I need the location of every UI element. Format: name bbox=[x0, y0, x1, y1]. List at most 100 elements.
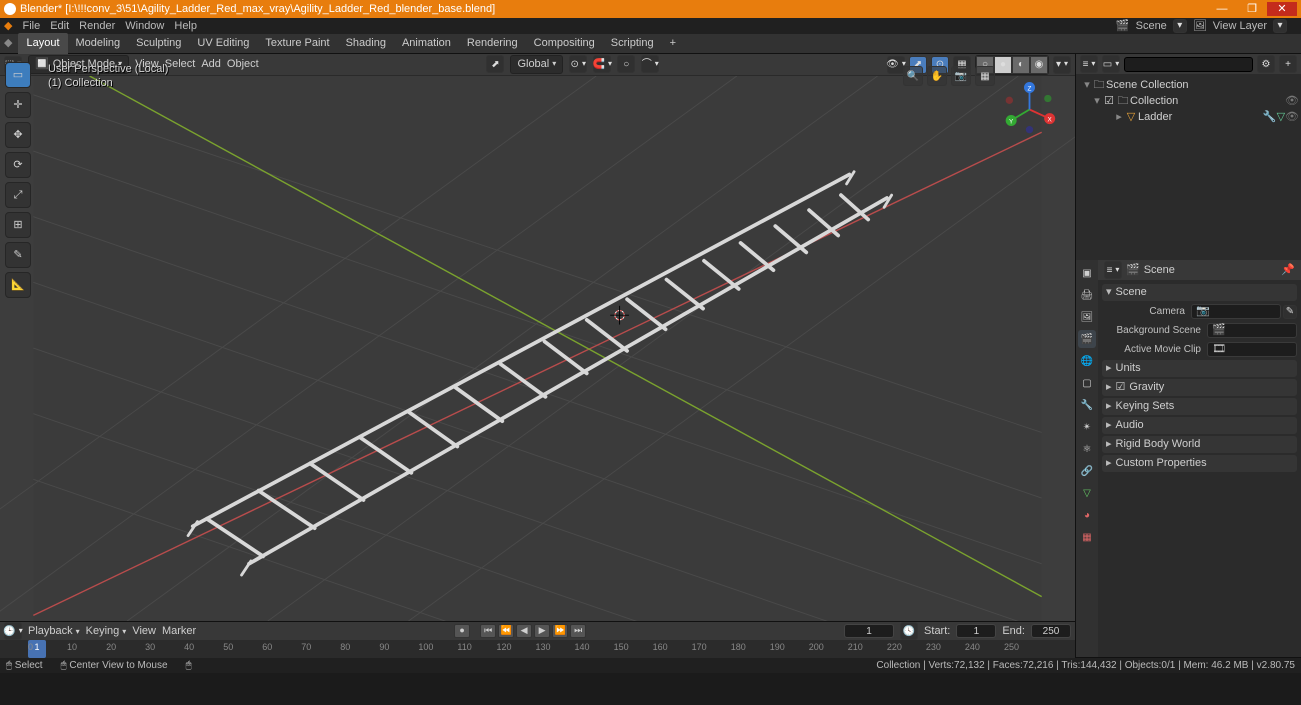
tab-scene[interactable]: 🎬 bbox=[1078, 330, 1096, 348]
panel-rigidbody[interactable]: ▸Rigid Body World bbox=[1102, 436, 1297, 453]
tool-scale[interactable]: ⤢ bbox=[5, 182, 31, 208]
viewlayer-selector[interactable]: View Layer bbox=[1213, 19, 1267, 33]
minimize-button[interactable]: — bbox=[1207, 2, 1237, 16]
viewport-menu-select[interactable]: Select bbox=[165, 57, 196, 71]
shading-matprev[interactable]: ◐ bbox=[1012, 56, 1030, 74]
menu-window[interactable]: Window bbox=[125, 19, 164, 33]
tab-world[interactable]: 🌐 bbox=[1078, 352, 1096, 370]
timeline-playback-menu[interactable]: Playback bbox=[28, 624, 80, 638]
tab-viewlayer[interactable]: 🖼 bbox=[1078, 308, 1096, 326]
panel-audio[interactable]: ▸Audio bbox=[1102, 417, 1297, 434]
tab-particles[interactable]: ✴ bbox=[1078, 418, 1096, 436]
camera-icon[interactable]: 📷 bbox=[951, 66, 971, 86]
viewport-canvas[interactable] bbox=[0, 76, 1075, 621]
pin-icon[interactable]: 📌 bbox=[1281, 263, 1295, 277]
start-frame[interactable]: 1 bbox=[956, 624, 996, 638]
tab-material[interactable]: ◕ bbox=[1078, 506, 1096, 524]
outliner-filter[interactable]: ⚙ bbox=[1257, 55, 1275, 73]
timeline-ruler[interactable]: 1 01020304050607080901001101201301401501… bbox=[0, 640, 1075, 658]
menu-edit[interactable]: Edit bbox=[50, 19, 69, 33]
tool-measure[interactable]: 📐 bbox=[5, 272, 31, 298]
workspace-animation[interactable]: Animation bbox=[394, 33, 459, 53]
camera-selector[interactable]: 📷 bbox=[1191, 304, 1281, 319]
workspace-shading[interactable]: Shading bbox=[338, 33, 394, 53]
viewport-menu-add[interactable]: Add bbox=[201, 57, 221, 71]
end-frame[interactable]: 250 bbox=[1031, 624, 1071, 638]
outliner-collection[interactable]: ▾☑🗀 Collection 👁 bbox=[1078, 93, 1299, 109]
proportional-falloff[interactable]: ⌒ bbox=[641, 55, 659, 73]
outliner-editor-type[interactable]: ≡ bbox=[1080, 55, 1098, 73]
play-reverse[interactable]: ◀ bbox=[516, 624, 532, 638]
shading-rendered[interactable]: ◉ bbox=[1030, 56, 1048, 74]
zoom-icon[interactable]: 🔍 bbox=[903, 66, 923, 86]
preview-range-toggle[interactable]: 🕓 bbox=[900, 622, 918, 640]
viewlayer-new-button[interactable]: ▾ bbox=[1273, 19, 1287, 33]
tab-render[interactable]: ▣ bbox=[1078, 264, 1096, 282]
tab-object[interactable]: ▢ bbox=[1078, 374, 1096, 392]
workspace-modeling[interactable]: Modeling bbox=[68, 33, 129, 53]
transform-orientation-icon[interactable]: ⬈ bbox=[486, 55, 504, 73]
perspective-icon[interactable]: ▦ bbox=[975, 66, 995, 86]
panel-units[interactable]: ▸Units bbox=[1102, 360, 1297, 377]
pivot-point[interactable]: ⊙ bbox=[569, 55, 587, 73]
play[interactable]: ▶ bbox=[534, 624, 550, 638]
panel-customprops[interactable]: ▸Custom Properties bbox=[1102, 455, 1297, 472]
maximize-button[interactable]: ❐ bbox=[1237, 2, 1267, 16]
tab-mesh[interactable]: ▽ bbox=[1078, 484, 1096, 502]
workspace-texturepaint[interactable]: Texture Paint bbox=[257, 33, 337, 53]
menu-file[interactable]: File bbox=[22, 19, 40, 33]
panel-gravity[interactable]: ▸☑Gravity bbox=[1102, 379, 1297, 396]
outliner-scene-collection[interactable]: ▾🗀 Scene Collection bbox=[1078, 77, 1299, 93]
shading-solid[interactable]: ● bbox=[994, 56, 1012, 74]
properties-editor-type[interactable]: ≡ bbox=[1104, 261, 1122, 279]
timeline-editor-type[interactable]: 🕒 bbox=[4, 622, 22, 640]
tab-physics[interactable]: ⚛ bbox=[1078, 440, 1096, 458]
outliner-display-mode[interactable]: ▭ bbox=[1102, 55, 1120, 73]
outliner-search[interactable] bbox=[1124, 57, 1253, 72]
tab-modifier[interactable]: 🔧 bbox=[1078, 396, 1096, 414]
jump-next-key[interactable]: ⏩ bbox=[552, 624, 568, 638]
timeline-marker-menu[interactable]: Marker bbox=[162, 624, 196, 638]
current-frame[interactable]: 1 bbox=[844, 624, 894, 638]
close-button[interactable]: ✕ bbox=[1267, 2, 1297, 16]
jump-first[interactable]: ⏮ bbox=[480, 624, 496, 638]
movieclip-selector[interactable]: 🎞 bbox=[1207, 342, 1297, 357]
outliner-new-collection[interactable]: + bbox=[1279, 55, 1297, 73]
hide-icon[interactable]: 👁 bbox=[1285, 110, 1299, 124]
breadcrumb-scene[interactable]: Scene bbox=[1144, 263, 1175, 277]
tool-cursor[interactable]: ✛ bbox=[5, 92, 31, 118]
timeline-view-menu[interactable]: View bbox=[132, 624, 156, 638]
navigation-gizmo[interactable]: X Y Z bbox=[1002, 82, 1057, 137]
hide-icon[interactable]: 👁 bbox=[1285, 94, 1299, 108]
scene-new-button[interactable]: ▾ bbox=[1173, 19, 1187, 33]
menu-help[interactable]: Help bbox=[174, 19, 197, 33]
viewport-menu-object[interactable]: Object bbox=[227, 57, 259, 71]
timeline-keying-menu[interactable]: Keying bbox=[86, 624, 127, 638]
snap-toggle[interactable]: 🧲 bbox=[593, 55, 611, 73]
jump-prev-key[interactable]: ⏪ bbox=[498, 624, 514, 638]
panel-scene[interactable]: ▾Scene bbox=[1102, 284, 1297, 301]
camera-eyedropper[interactable]: ✎ bbox=[1283, 305, 1297, 319]
workspace-compositing[interactable]: Compositing bbox=[526, 33, 603, 53]
transform-orientation[interactable]: Global bbox=[510, 55, 563, 73]
workspace-uvediting[interactable]: UV Editing bbox=[189, 33, 257, 53]
outliner-item-ladder[interactable]: ▸▽ Ladder 🔧 ▽ 👁 bbox=[1078, 109, 1299, 125]
tool-annotate[interactable]: ✎ bbox=[5, 242, 31, 268]
menu-render[interactable]: Render bbox=[79, 19, 115, 33]
proportional-edit-toggle[interactable]: ○ bbox=[617, 55, 635, 73]
workspace-scripting[interactable]: Scripting bbox=[603, 33, 662, 53]
jump-last[interactable]: ⏭ bbox=[570, 624, 586, 638]
tool-rotate[interactable]: ⟳ bbox=[5, 152, 31, 178]
workspace-layout[interactable]: Layout bbox=[18, 33, 67, 53]
shading-options[interactable]: ▾ bbox=[1053, 56, 1071, 74]
tab-constraints[interactable]: 🔗 bbox=[1078, 462, 1096, 480]
workspace-rendering[interactable]: Rendering bbox=[459, 33, 526, 53]
tool-transform[interactable]: ⊞ bbox=[5, 212, 31, 238]
workspace-sculpting[interactable]: Sculpting bbox=[128, 33, 189, 53]
workspace-add[interactable]: + bbox=[662, 33, 684, 53]
tab-output[interactable]: 🖨 bbox=[1078, 286, 1096, 304]
panel-keyingsets[interactable]: ▸Keying Sets bbox=[1102, 398, 1297, 415]
bgscene-selector[interactable]: 🎬 bbox=[1207, 323, 1297, 338]
3d-viewport[interactable]: ⬚ 🔲Object Mode View Select Add Object ⬈ … bbox=[0, 54, 1075, 621]
scene-selector[interactable]: Scene bbox=[1136, 19, 1167, 33]
